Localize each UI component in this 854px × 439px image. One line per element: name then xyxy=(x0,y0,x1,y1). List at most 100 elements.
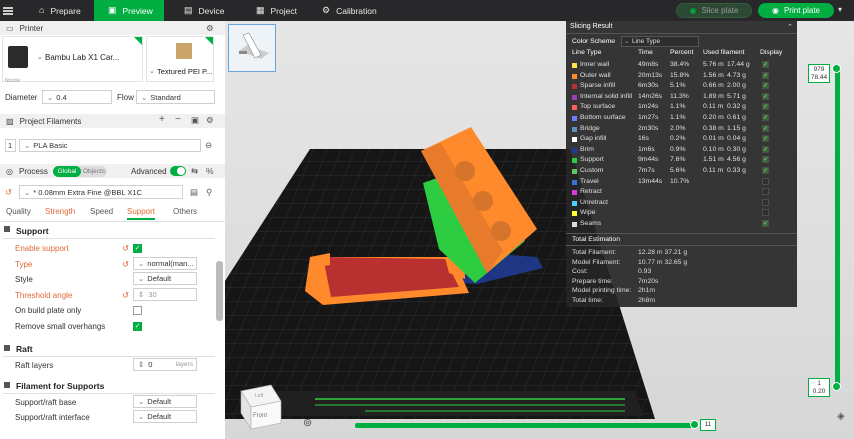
display-checkbox[interactable]: ✓ xyxy=(762,156,769,164)
line-type-weight: 2.00 g xyxy=(727,82,746,90)
tab-support[interactable]: Support xyxy=(127,207,156,220)
layer-slider-bottom-handle[interactable] xyxy=(832,382,841,391)
table-row: Brim 1m6s 0.9% 0.10 m 0.30 g ✓ xyxy=(566,145,797,156)
remove-filament-icon[interactable]: − xyxy=(175,115,181,125)
table-row: Unretract ✓ xyxy=(566,198,797,209)
menu-icon[interactable] xyxy=(0,0,16,21)
sidebar-scrollbar[interactable] xyxy=(216,261,223,321)
print-plate-button[interactable]: ◉ Print plate xyxy=(758,3,834,18)
layer-slider[interactable] xyxy=(835,68,840,386)
move-slider-handle[interactable] xyxy=(690,420,699,429)
tab-quality[interactable]: Quality xyxy=(6,207,31,216)
sync-filament-icon[interactable]: ▣ xyxy=(191,116,199,125)
total-label: Total time: xyxy=(572,297,603,304)
remove-small-overhangs-checkbox[interactable]: ✓ xyxy=(133,322,142,331)
tab-device[interactable]: ▤ Device xyxy=(170,0,239,21)
reset-icon[interactable]: ↺ xyxy=(122,291,129,300)
percent-icon[interactable]: % xyxy=(206,167,214,176)
fit-view-icon[interactable]: ⊚ xyxy=(303,416,312,429)
global-objects-toggle[interactable]: Global Objects xyxy=(53,166,107,177)
layers-icon[interactable]: ◈ xyxy=(837,411,845,422)
search-icon[interactable]: ⚲ xyxy=(206,188,212,197)
save-preset-icon[interactable]: ▤ xyxy=(190,188,198,197)
preview-icon: ▣ xyxy=(108,5,117,15)
compare-icon[interactable]: ⇆ xyxy=(191,167,198,176)
display-checkbox[interactable]: ✓ xyxy=(762,177,769,185)
objects-button[interactable]: Objects xyxy=(82,166,106,177)
flow-select[interactable]: ⌄ Standard xyxy=(136,90,215,104)
display-checkbox[interactable]: ✓ xyxy=(762,82,769,90)
display-checkbox[interactable]: ✓ xyxy=(762,220,769,227)
display-checkbox[interactable]: ✓ xyxy=(762,124,769,132)
support-style-select[interactable]: ⌄ Default xyxy=(133,272,197,285)
filament-supports-title: Filament for Supports xyxy=(16,381,105,391)
line-type-percent: 1.1% xyxy=(670,103,686,111)
dropdown-icon[interactable]: ▾ xyxy=(838,5,842,14)
tab-project[interactable]: ▦ Project xyxy=(242,0,311,21)
support-interface-label: Support/raft interface xyxy=(15,413,90,422)
add-filament-icon[interactable]: + xyxy=(159,115,165,125)
printer-settings-icon[interactable]: ⚙ xyxy=(206,24,214,33)
reset-icon[interactable]: ↺ xyxy=(5,188,12,197)
tab-others[interactable]: Others xyxy=(173,207,197,216)
display-checkbox[interactable]: ✓ xyxy=(762,103,769,111)
printer-card[interactable]: ⌄ Bambu Lab X1 Car... xyxy=(2,36,143,82)
display-checkbox[interactable]: ✓ xyxy=(762,135,769,143)
reset-icon[interactable]: ↺ xyxy=(122,244,129,253)
color-scheme-select[interactable]: ⌄ Line Type xyxy=(621,36,699,47)
diameter-select[interactable]: ⌄ 0.4 xyxy=(42,90,112,104)
plate-thumbnail-image xyxy=(239,32,269,59)
tab-calibration[interactable]: ⚙ Calibration xyxy=(308,0,391,21)
display-checkbox[interactable]: ✓ xyxy=(762,188,769,196)
threshold-angle-input[interactable]: ⇕ 30 xyxy=(133,288,197,301)
support-interface-select[interactable]: ⌄ Default xyxy=(133,410,197,423)
display-checkbox[interactable]: ✓ xyxy=(762,92,769,100)
chevron-down-icon: ⌄ xyxy=(138,412,145,421)
advanced-toggle[interactable] xyxy=(170,166,186,176)
total-estimation-title: Total Estimation xyxy=(572,236,620,243)
display-checkbox[interactable]: ✓ xyxy=(762,209,769,217)
tab-strength[interactable]: Strength xyxy=(45,207,75,216)
tab-prepare[interactable]: ⌂ Prepare xyxy=(25,0,95,21)
global-button[interactable]: Global xyxy=(53,166,81,177)
tab-preview[interactable]: ▣ Preview xyxy=(94,0,164,21)
display-checkbox[interactable]: ✓ xyxy=(762,71,769,79)
line-type-length: 0.11 m xyxy=(703,167,724,174)
plate-card[interactable]: ⌄ Textured PEI P... xyxy=(146,36,214,82)
plate-thumbnail[interactable] xyxy=(228,24,276,72)
color-swatch xyxy=(572,116,577,121)
enable-support-checkbox[interactable]: ✓ xyxy=(133,244,142,253)
display-checkbox[interactable]: ✓ xyxy=(762,114,769,121)
slice-plate-button[interactable]: ◉ Slice plate xyxy=(676,3,752,18)
line-type-name: Support xyxy=(580,156,604,164)
tab-divider xyxy=(0,221,225,222)
display-checkbox[interactable]: ✓ xyxy=(762,145,769,153)
display-checkbox[interactable]: ✓ xyxy=(762,198,769,206)
line-type-time: 1m24s xyxy=(638,103,659,111)
support-base-label: Support/raft base xyxy=(15,398,77,407)
filament-edit-icon[interactable]: ⊖ xyxy=(205,141,212,150)
move-slider[interactable] xyxy=(355,423,695,428)
total-value: 10.77 m 32.65 g xyxy=(638,258,688,266)
color-swatch xyxy=(572,211,577,217)
table-row: Seams ✓ xyxy=(566,219,797,230)
build-plate-only-checkbox[interactable] xyxy=(133,306,142,315)
support-base-select[interactable]: ⌄ Default xyxy=(133,395,197,408)
process-preset-select[interactable]: ⌄ * 0.08mm Extra Fine @BBL X1C xyxy=(19,185,183,199)
view-cube[interactable]: Front Left xyxy=(231,371,291,431)
corner-badge xyxy=(134,37,142,45)
filament-settings-icon[interactable]: ⚙ xyxy=(206,116,214,125)
layer-slider-top-handle[interactable] xyxy=(832,64,841,73)
build-plate-only-label: On build plate only xyxy=(15,306,82,315)
chevron-down-icon: ⌄ xyxy=(138,274,145,283)
tab-speed[interactable]: Speed xyxy=(90,207,113,216)
raft-layers-input[interactable]: ⇕ 0 layers xyxy=(133,358,197,371)
filament-select[interactable]: ⌄ PLA Basic xyxy=(19,139,201,152)
line-type-length: 1.56 m xyxy=(703,71,724,79)
reset-icon[interactable]: ↺ xyxy=(122,260,129,269)
support-type-select[interactable]: ⌄ normal(man... xyxy=(133,257,197,270)
collapse-icon[interactable]: ⌃ xyxy=(787,23,793,31)
enable-support-label: Enable support xyxy=(15,244,69,253)
display-checkbox[interactable]: ✓ xyxy=(762,167,769,174)
display-checkbox[interactable]: ✓ xyxy=(762,61,769,68)
